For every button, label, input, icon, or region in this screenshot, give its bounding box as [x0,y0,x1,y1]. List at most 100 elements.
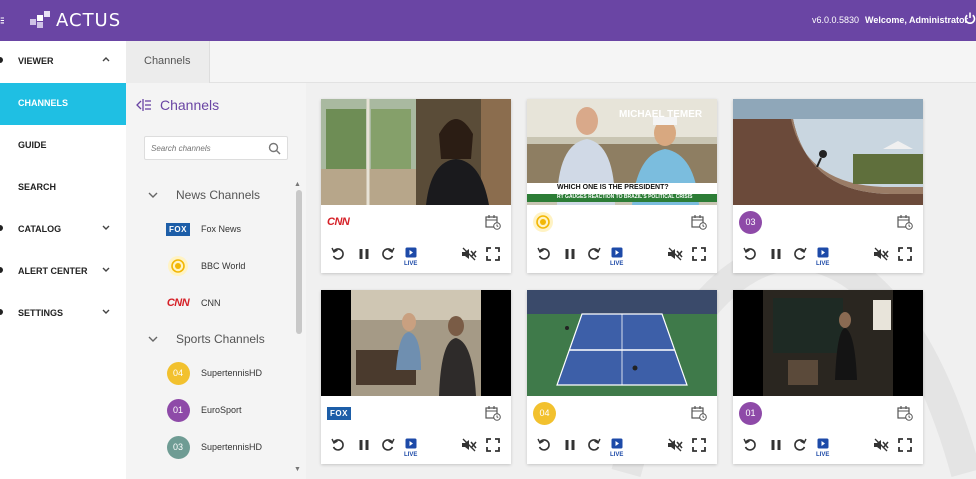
sidebar-item-viewer[interactable]: VIEWER [0,41,126,83]
channel-item-cnn[interactable]: CNN CNN [166,291,296,315]
video-tile-1[interactable]: CNN LIVE [321,99,511,273]
rewind-icon[interactable] [743,438,759,456]
live-label: LIVE [816,452,830,458]
pause-icon[interactable] [769,247,785,265]
search-icon[interactable] [268,142,281,155]
sidebar-item-catalog[interactable]: CATALOG [0,209,126,251]
forward-icon[interactable] [793,247,809,265]
mute-icon[interactable] [873,247,889,265]
playback-controls: LIVE [321,438,511,458]
fox-logo-icon: FOX [166,222,190,236]
sidebar-item-label: GUIDE [18,140,47,150]
search-input[interactable] [151,141,261,156]
mute-icon[interactable] [461,438,477,456]
mute-icon[interactable] [667,438,683,456]
bullet-icon [0,309,3,315]
video-tile-4[interactable]: FOX LIVE [321,290,511,464]
sidebar-item-channels[interactable]: CHANNELS [0,83,134,125]
mute-icon[interactable] [461,247,477,265]
sidebar-item-alert-center[interactable]: ALERT CENTER [0,251,126,293]
group-news-channels[interactable]: News Channels [146,186,260,204]
video-frame[interactable] [733,99,923,205]
pause-icon[interactable] [769,438,785,456]
fox-logo-icon: FOX [327,406,351,420]
live-button[interactable]: LIVE [610,247,627,267]
live-button[interactable]: LIVE [816,247,833,267]
live-button[interactable]: LIVE [404,247,421,267]
channels-scrollbar[interactable] [296,190,302,334]
video-frame[interactable] [321,290,511,396]
channel-name: BBC World [201,261,246,271]
channel-logo [533,211,553,233]
channel-item-supertennishd[interactable]: 04 SupertennisHD [166,361,296,385]
bullet-icon [0,57,3,63]
schedule-icon[interactable] [691,214,707,230]
channel-item-fox-news[interactable]: FOX Fox News [166,217,296,241]
fullscreen-icon[interactable] [692,247,708,265]
video-frame[interactable]: MICHAEL TEMER WHICH ONE IS THE PRESIDENT… [527,99,717,205]
video-frame[interactable] [733,290,923,396]
forward-icon[interactable] [587,438,603,456]
video-tile-5[interactable]: 04 LIVE [527,290,717,464]
mute-icon[interactable] [667,247,683,265]
playback-controls: LIVE [321,247,511,267]
rewind-icon[interactable] [331,438,347,456]
video-tile-6[interactable]: 01 LIVE [733,290,923,464]
fullscreen-icon[interactable] [486,247,502,265]
app-logo[interactable]: ACTUS [30,9,121,31]
fullscreen-icon[interactable] [486,438,502,456]
channels-panel: Channels News Channels FOX Fox News BBC … [126,83,306,479]
rewind-icon[interactable] [537,438,553,456]
forward-icon[interactable] [587,247,603,265]
pause-icon[interactable] [357,247,373,265]
video-grid: CNN LIVE MICHAEL TEMER WHICH ONE IS THE … [306,83,976,479]
forward-icon[interactable] [381,247,397,265]
scroll-up-arrow-icon[interactable]: ▲ [294,181,301,188]
video-frame[interactable] [527,290,717,396]
rewind-icon[interactable] [331,247,347,265]
forward-icon[interactable] [381,438,397,456]
schedule-icon[interactable] [485,405,501,421]
scroll-down-arrow-icon[interactable]: ▼ [294,466,301,473]
rewind-icon[interactable] [537,247,553,265]
overlay-headline: WHICH ONE IS THE PRESIDENT? [557,184,669,191]
channel-item-eurosport[interactable]: 01 EuroSport [166,398,296,422]
menu-icon[interactable]: ≡ [0,12,4,28]
rewind-icon[interactable] [743,247,759,265]
welcome-user[interactable]: Welcome, Administrator [865,15,968,25]
overlay-name: MICHAEL TEMER [619,109,703,120]
schedule-icon[interactable] [485,214,501,230]
tab-channels[interactable]: Channels [126,41,210,83]
fullscreen-icon[interactable] [898,438,914,456]
channel-item-supertennishd-2[interactable]: 03 SupertennisHD [166,435,296,459]
video-frame[interactable] [321,99,511,205]
chevron-down-icon [100,221,112,233]
sidebar-item-search[interactable]: SEARCH [0,167,126,209]
video-tile-3[interactable]: 03 LIVE [733,99,923,273]
live-label: LIVE [610,261,624,267]
power-icon[interactable] [964,12,976,26]
sidebar-item-guide[interactable]: GUIDE [0,125,126,167]
sidebar-item-settings[interactable]: SETTINGS [0,293,126,335]
group-sports-channels[interactable]: Sports Channels [146,330,265,348]
fullscreen-icon[interactable] [692,438,708,456]
pause-icon[interactable] [563,247,579,265]
fullscreen-icon[interactable] [898,247,914,265]
collapse-list-icon[interactable] [136,97,152,113]
live-label: LIVE [404,452,418,458]
channel-item-bbc-world[interactable]: BBC World [166,254,296,278]
schedule-icon[interactable] [897,405,913,421]
live-button[interactable]: LIVE [404,438,421,458]
mute-icon[interactable] [873,438,889,456]
video-tile-2[interactable]: MICHAEL TEMER WHICH ONE IS THE PRESIDENT… [527,99,717,273]
pause-icon[interactable] [357,438,373,456]
schedule-icon[interactable] [897,214,913,230]
channel-name: CNN [201,298,221,308]
forward-icon[interactable] [793,438,809,456]
channel-number-badge: 03 [739,210,762,234]
channel-name: EuroSport [201,405,242,415]
live-button[interactable]: LIVE [610,438,627,458]
live-button[interactable]: LIVE [816,438,833,458]
schedule-icon[interactable] [691,405,707,421]
pause-icon[interactable] [563,438,579,456]
